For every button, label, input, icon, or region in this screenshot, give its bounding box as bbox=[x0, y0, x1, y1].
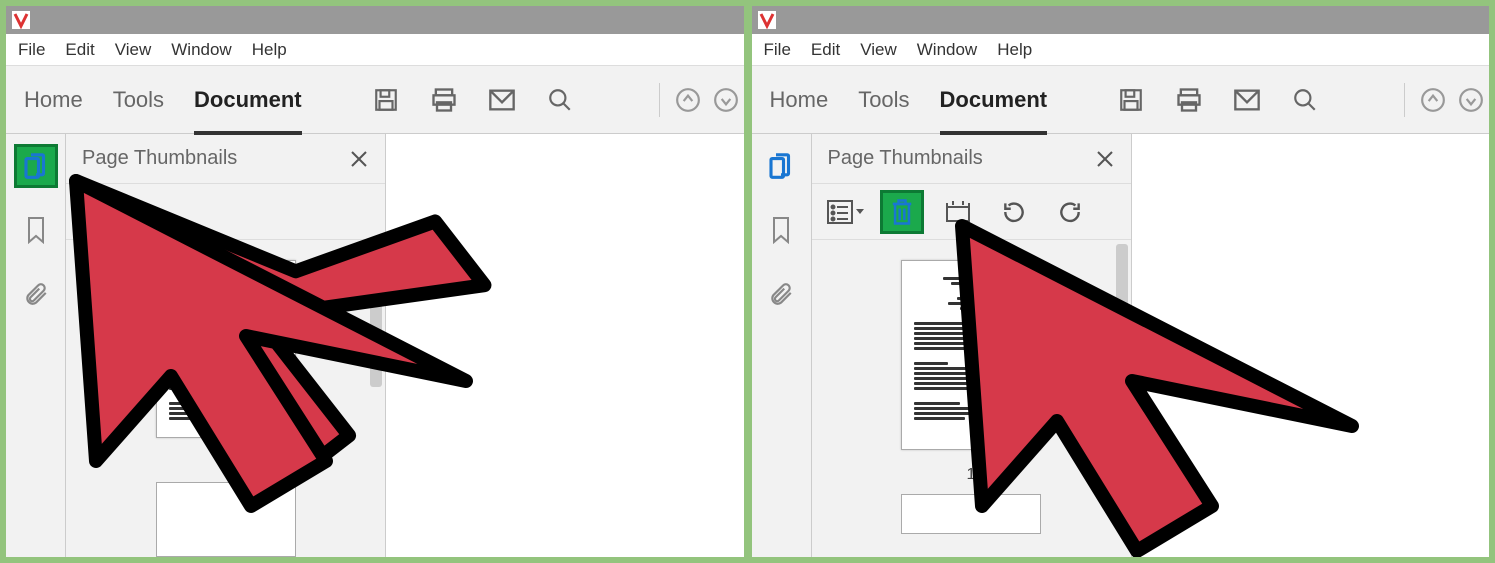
tab-document[interactable]: Document bbox=[940, 87, 1048, 135]
menu-help[interactable]: Help bbox=[252, 40, 287, 60]
menubar: File Edit View Window Help bbox=[752, 34, 1490, 66]
thumbnails-header: Page Thumbnails bbox=[66, 134, 385, 184]
menu-view[interactable]: View bbox=[860, 40, 897, 60]
thumbnails-list: 1 bbox=[66, 240, 385, 557]
window-titlebar bbox=[752, 6, 1490, 34]
content-body: Page Thumbnails bbox=[6, 134, 744, 557]
delete-page-icon[interactable] bbox=[880, 190, 924, 234]
page-down-icon[interactable] bbox=[712, 86, 740, 114]
email-icon[interactable] bbox=[488, 86, 516, 114]
page-up-icon[interactable] bbox=[674, 86, 702, 114]
page-thumbnails-icon[interactable] bbox=[14, 144, 58, 188]
options-dropdown-icon[interactable] bbox=[86, 190, 130, 234]
window-titlebar bbox=[6, 6, 744, 34]
content-body: Page Thumbnails bbox=[752, 134, 1490, 557]
acrobat-app-icon bbox=[758, 11, 776, 29]
menu-window[interactable]: Window bbox=[171, 40, 231, 60]
menu-edit[interactable]: Edit bbox=[65, 40, 94, 60]
menubar: File Edit View Window Help bbox=[6, 34, 744, 66]
print-icon[interactable] bbox=[430, 86, 458, 114]
thumbnails-header: Page Thumbnails bbox=[812, 134, 1131, 184]
bookmarks-icon[interactable] bbox=[759, 208, 803, 252]
main-toolbar: Home Tools Document bbox=[6, 66, 744, 134]
page-thumbnails-icon[interactable] bbox=[759, 144, 803, 188]
close-icon[interactable] bbox=[1095, 149, 1115, 169]
thumbnails-title: Page Thumbnails bbox=[828, 147, 983, 170]
tab-document[interactable]: Document bbox=[194, 87, 302, 135]
print-icon[interactable] bbox=[1175, 86, 1203, 114]
page-thumbnail-1[interactable] bbox=[156, 260, 296, 438]
attachments-icon[interactable] bbox=[759, 272, 803, 316]
menu-window[interactable]: Window bbox=[917, 40, 977, 60]
rotate-cw-icon[interactable] bbox=[1048, 190, 1092, 234]
tab-home[interactable]: Home bbox=[770, 87, 829, 113]
menu-file[interactable]: File bbox=[18, 40, 45, 60]
thumbnails-scrollbar[interactable] bbox=[367, 240, 385, 557]
thumbnails-scrollbar[interactable] bbox=[1113, 240, 1131, 557]
menu-help[interactable]: Help bbox=[997, 40, 1032, 60]
tab-tools[interactable]: Tools bbox=[858, 87, 909, 113]
attachments-icon[interactable] bbox=[14, 272, 58, 316]
bookmarks-icon[interactable] bbox=[14, 208, 58, 252]
page-down-icon[interactable] bbox=[1457, 86, 1485, 114]
page-thumbnail-2[interactable] bbox=[901, 494, 1041, 534]
menu-view[interactable]: View bbox=[115, 40, 152, 60]
insert-page-icon[interactable] bbox=[936, 190, 980, 234]
thumbnails-list: 1 bbox=[812, 240, 1131, 557]
navigation-strip bbox=[752, 134, 812, 557]
thumbnails-toolbar bbox=[66, 184, 385, 240]
save-icon[interactable] bbox=[372, 86, 400, 114]
right-screenshot: File Edit View Window Help Home Tools Do… bbox=[752, 6, 1490, 557]
close-icon[interactable] bbox=[349, 149, 369, 169]
tab-home[interactable]: Home bbox=[24, 87, 83, 113]
rotate-ccw-icon[interactable] bbox=[992, 190, 1036, 234]
page-thumbnail-2[interactable] bbox=[156, 482, 296, 557]
menu-edit[interactable]: Edit bbox=[811, 40, 840, 60]
page-number-label: 1 bbox=[221, 454, 230, 472]
menu-file[interactable]: File bbox=[764, 40, 791, 60]
save-icon[interactable] bbox=[1117, 86, 1145, 114]
main-toolbar: Home Tools Document bbox=[752, 66, 1490, 134]
search-icon[interactable] bbox=[1291, 86, 1319, 114]
page-thumbnail-1[interactable] bbox=[901, 260, 1041, 450]
thumbnails-panel: Page Thumbnails bbox=[66, 134, 386, 557]
thumbnails-title: Page Thumbnails bbox=[82, 147, 237, 170]
options-dropdown-icon[interactable] bbox=[824, 190, 868, 234]
document-view bbox=[1132, 134, 1490, 557]
document-view bbox=[386, 134, 744, 557]
tab-tools[interactable]: Tools bbox=[113, 87, 164, 113]
email-icon[interactable] bbox=[1233, 86, 1261, 114]
acrobat-app-icon bbox=[12, 11, 30, 29]
left-screenshot: File Edit View Window Help Home Tools Do… bbox=[6, 6, 744, 557]
page-up-icon[interactable] bbox=[1419, 86, 1447, 114]
navigation-strip bbox=[6, 134, 66, 557]
search-icon[interactable] bbox=[546, 86, 574, 114]
thumbnails-toolbar bbox=[812, 184, 1131, 240]
thumbnails-panel: Page Thumbnails bbox=[812, 134, 1132, 557]
page-number-label: 1 bbox=[967, 466, 976, 484]
